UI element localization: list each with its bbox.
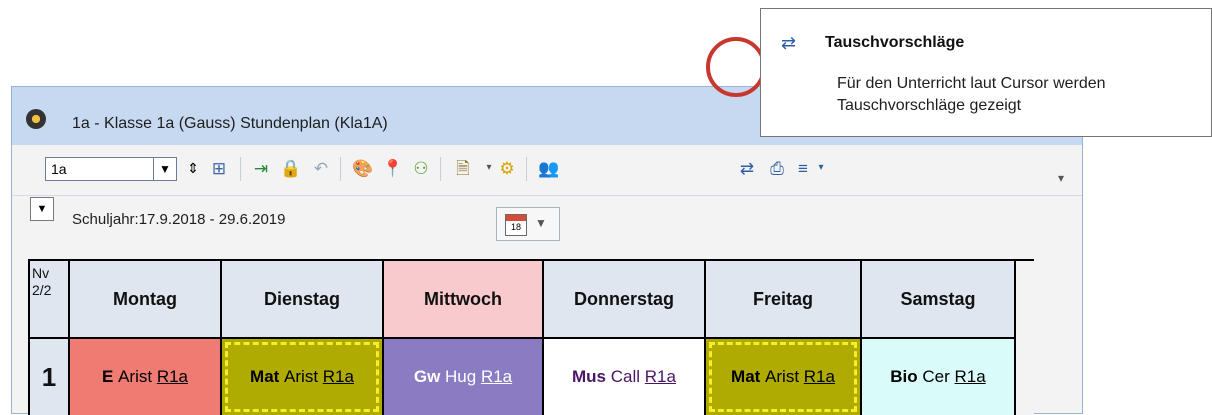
day-header-montag[interactable]: Montag (70, 261, 220, 337)
day-header-mittwoch[interactable]: Mittwoch (384, 261, 542, 337)
import-icon[interactable]: ⇥ (250, 157, 272, 179)
tooltip: ⇄ Tauschvorschläge Für den Unterricht la… (760, 8, 1212, 137)
period-corner: Nv 2/2 (30, 261, 68, 337)
gear-icon[interactable]: ⚙ (496, 157, 518, 179)
chevron-down-icon[interactable]: ▾ (810, 157, 832, 179)
calendar-button[interactable]: 18 ▼ (496, 207, 560, 241)
tooltip-title: Tauschvorschläge (825, 34, 965, 51)
teachers-icon[interactable]: 👥 (538, 157, 560, 179)
grid-icon[interactable]: ⊞ (208, 157, 230, 179)
class-selector-value: 1a (51, 161, 67, 177)
highlight-circle (706, 37, 766, 97)
print-list-icon[interactable]: ⎙ (766, 157, 788, 179)
tooltip-body: Für den Unterricht laut Cursor werden Ta… (837, 75, 1106, 114)
lesson-cell[interactable]: Mat Arist R1a (706, 339, 860, 415)
swap-suggestions-icon: ⇄ (781, 33, 797, 53)
day-header-samstag[interactable]: Samstag (862, 261, 1014, 337)
clock-icon (26, 109, 46, 129)
lesson-cell[interactable]: Bio Cer R1a (862, 339, 1014, 415)
grid-right-margin (1016, 261, 1034, 415)
people-icon[interactable]: ⚇ (410, 157, 432, 179)
chevron-down-icon[interactable]: ▼ (153, 158, 176, 180)
collapse-button[interactable]: ▼ (30, 197, 54, 221)
lesson-cell[interactable]: Mat Arist R1a (222, 339, 382, 415)
toolbar-overflow-icon[interactable]: ▾ (1058, 171, 1064, 185)
toolbar: 1a ▼ ⇕ ⊞ ⇥ 🔒 ↶ 🎨 📍 ⚇ 🗎 ▾ ⚙ 👥 ⇄ ⎙ ≡ ▾ ▾ (12, 145, 1082, 196)
document-icon[interactable]: 🗎 (452, 157, 474, 179)
calendar-icon: 18 (505, 214, 527, 236)
toolbar-separator (440, 157, 441, 181)
day-header-donnerstag[interactable]: Donnerstag (544, 261, 704, 337)
lesson-cell[interactable]: E Arist R1a (70, 339, 220, 415)
pin-icon[interactable]: 📍 (382, 157, 404, 179)
chevron-down-icon: ▼ (535, 216, 547, 230)
day-header-freitag[interactable]: Freitag (706, 261, 860, 337)
day-header-dienstag[interactable]: Dienstag (222, 261, 382, 337)
lesson-cell[interactable]: Gw Hug R1a (384, 339, 542, 415)
timetable-grid: Nv 2/2 Montag Dienstag Mittwoch Donnerst… (28, 259, 1034, 415)
lesson-cell[interactable]: Mus Call R1a (544, 339, 704, 415)
spinner-updown-icon[interactable]: ⇕ (182, 157, 204, 179)
toolbar-separator (526, 157, 527, 181)
window-title: 1a - Klasse 1a (Gauss) Stundenplan (Kla1… (72, 115, 388, 132)
period-number: 1 (30, 339, 68, 415)
undo-icon[interactable]: ↶ (310, 157, 332, 179)
swap-suggestions-icon[interactable]: ⇄ (736, 157, 758, 179)
palette-icon[interactable]: 🎨 (352, 157, 374, 179)
school-year-bar: ▼ Schuljahr:17.9.2018 - 29.6.2019 18 ▼ (30, 197, 1070, 245)
school-year-label: Schuljahr:17.9.2018 - 29.6.2019 (72, 211, 286, 228)
class-selector[interactable]: 1a ▼ (45, 157, 177, 181)
toolbar-separator (240, 157, 241, 181)
lock-icon[interactable]: 🔒 (280, 157, 302, 179)
toolbar-separator (340, 157, 341, 181)
